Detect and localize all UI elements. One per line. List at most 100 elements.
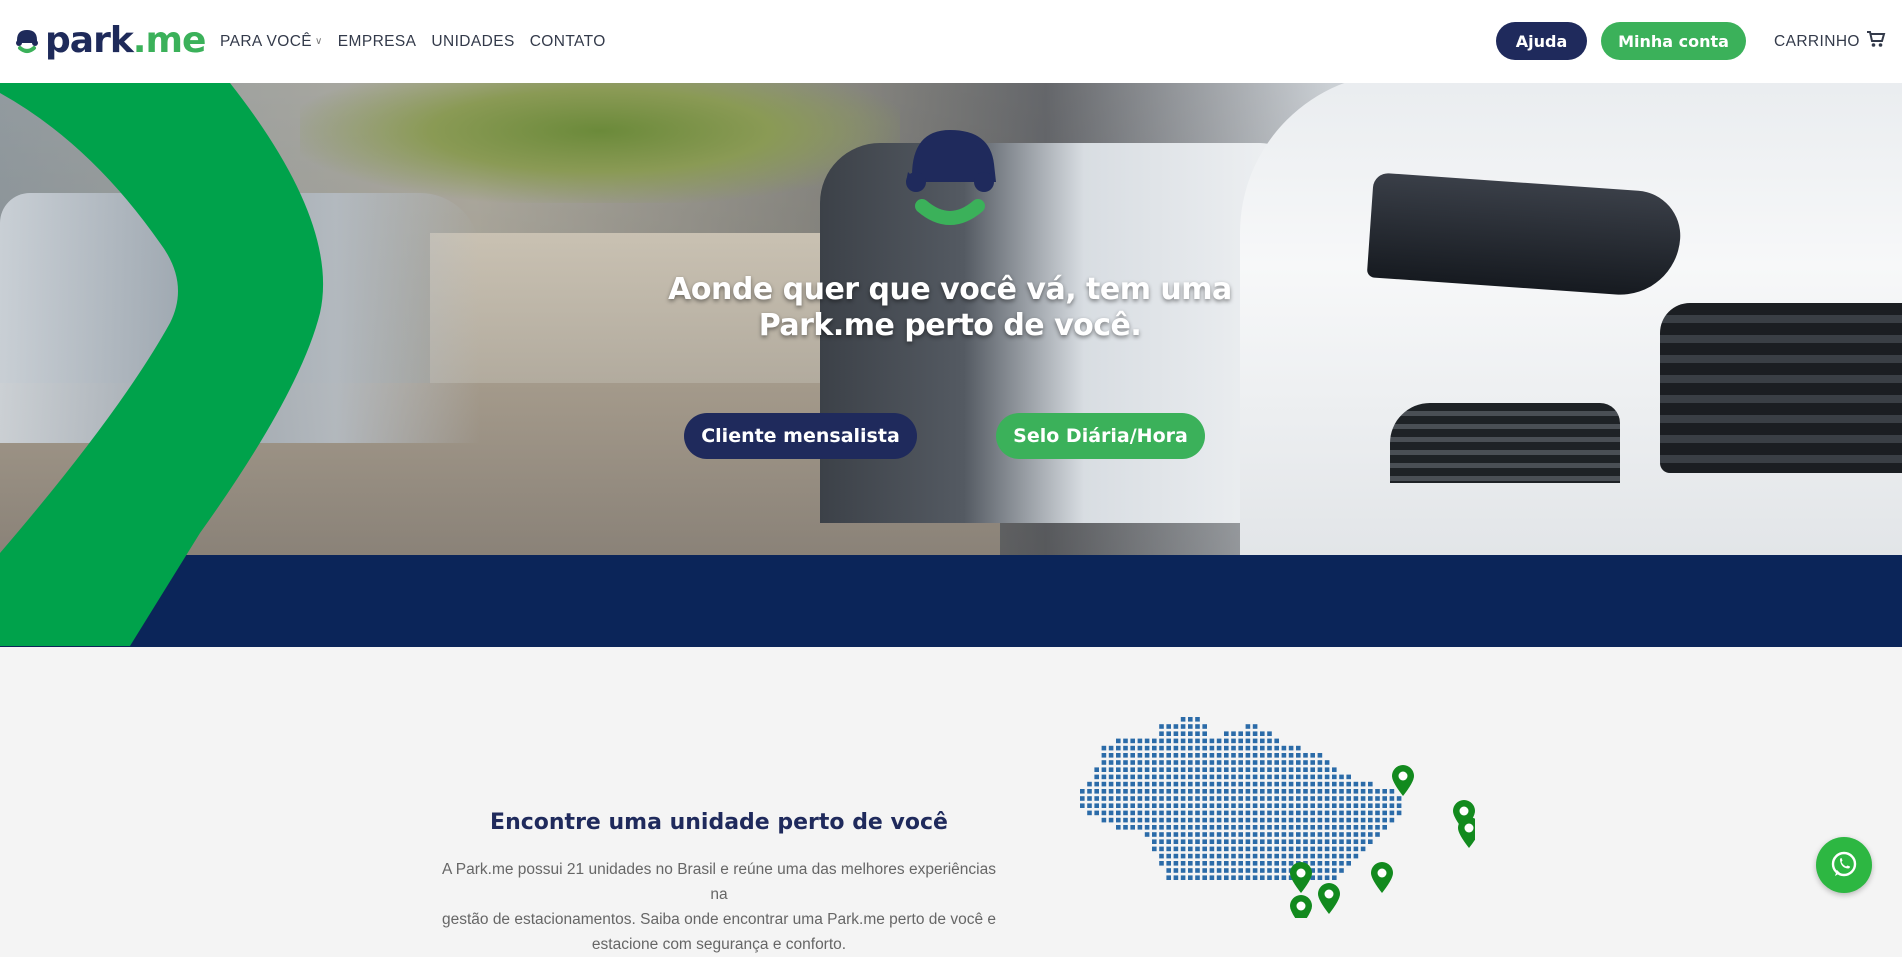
nav-item-empresa[interactable]: EMPRESA: [338, 33, 417, 51]
map-dot: [1101, 760, 1107, 765]
map-dot: [1317, 846, 1323, 852]
map-dot: [1137, 796, 1143, 801]
map-dot: [1245, 853, 1251, 859]
map-pin-icon[interactable]: [1318, 883, 1340, 914]
map-dot: [1324, 868, 1330, 873]
map-dot: [1094, 767, 1099, 772]
daily-hourly-button[interactable]: Selo Diária/Hora: [996, 413, 1205, 459]
map-dot: [1368, 803, 1373, 808]
map-dot: [1296, 781, 1301, 787]
map-dot: [1281, 774, 1287, 780]
map-dot: [1166, 753, 1171, 758]
map-dot: [1130, 753, 1135, 758]
map-dot: [1173, 760, 1179, 765]
map-dot: [1152, 774, 1157, 780]
map-dot: [1296, 803, 1301, 808]
map-dot: [1339, 774, 1344, 780]
map-dot: [1310, 781, 1315, 787]
help-button[interactable]: Ajuda: [1496, 22, 1587, 60]
map-dot: [1144, 810, 1150, 816]
map-dot: [1252, 861, 1258, 866]
map-dot: [1274, 745, 1279, 751]
map-dot: [1288, 825, 1294, 830]
map-pin-icon[interactable]: [1290, 895, 1312, 918]
map-dot: [1375, 832, 1380, 837]
map-dot: [1101, 803, 1107, 808]
monthly-client-button[interactable]: Cliente mensalista: [684, 413, 917, 459]
hero-title-line2: Park.me perto de você.: [758, 308, 1142, 343]
map-dot: [1310, 760, 1315, 765]
map-pin-icon[interactable]: [1371, 862, 1393, 893]
map-dot: [1288, 774, 1294, 780]
map-dot: [1123, 745, 1128, 751]
map-dot: [1274, 832, 1279, 837]
map-dot: [1130, 760, 1135, 765]
map-dot: [1180, 803, 1186, 808]
map-dot: [1317, 774, 1323, 780]
map-dot: [1216, 853, 1222, 859]
my-account-button[interactable]: Minha conta: [1601, 22, 1746, 60]
map-dot: [1396, 810, 1402, 816]
map-dot: [1087, 789, 1092, 794]
map-dot: [1281, 781, 1287, 787]
map-dot: [1166, 868, 1171, 873]
whatsapp-button[interactable]: [1816, 837, 1872, 893]
map-dot: [1245, 846, 1251, 852]
map-dot: [1231, 731, 1236, 736]
map-dot: [1303, 803, 1308, 808]
map-dot: [1209, 868, 1215, 873]
map-dot: [1137, 774, 1143, 780]
map-dot: [1245, 724, 1251, 729]
map-dot: [1317, 861, 1323, 866]
whatsapp-icon: [1831, 851, 1857, 877]
map-dot: [1267, 832, 1272, 837]
map-dot: [1144, 825, 1150, 830]
map-dot: [1310, 853, 1315, 859]
map-dot: [1303, 789, 1308, 794]
map-dot: [1389, 810, 1395, 816]
map-dot: [1281, 760, 1287, 765]
map-dot: [1231, 861, 1236, 866]
map-dot: [1339, 796, 1344, 801]
map-dot: [1152, 753, 1157, 758]
cart-link[interactable]: CARRINHO: [1774, 30, 1886, 53]
map-dot: [1108, 789, 1114, 794]
map-dot: [1339, 868, 1344, 873]
nav-item-para-voce[interactable]: PARA VOCÊ ∨: [220, 33, 323, 51]
map-dot: [1274, 738, 1279, 744]
map-dot: [1144, 803, 1150, 808]
map-dot: [1231, 853, 1236, 859]
map-pin-icon[interactable]: [1392, 765, 1414, 796]
map-dot: [1202, 868, 1207, 873]
map-dot: [1324, 760, 1330, 765]
map-dot: [1231, 803, 1236, 808]
map-dot: [1144, 817, 1150, 823]
map-dot: [1260, 853, 1265, 859]
map-dot: [1332, 810, 1337, 816]
map-dot: [1324, 781, 1330, 787]
map-dot: [1332, 846, 1337, 852]
map-dot: [1123, 753, 1128, 758]
map-dot: [1166, 803, 1171, 808]
map-dot: [1324, 839, 1330, 844]
map-dot: [1382, 803, 1387, 808]
map-dot: [1116, 810, 1121, 816]
map-dot: [1252, 796, 1258, 801]
map-dot: [1216, 875, 1222, 880]
parkme-logo[interactable]: park.me: [13, 20, 206, 62]
map-dot: [1094, 803, 1099, 808]
map-dot: [1260, 875, 1265, 880]
map-dot: [1245, 731, 1251, 736]
map-dot: [1224, 875, 1229, 880]
nav-item-unidades[interactable]: UNIDADES: [431, 33, 514, 51]
map-dot: [1310, 846, 1315, 852]
map-pin-icon[interactable]: [1458, 817, 1475, 848]
map-pin-icon[interactable]: [1290, 862, 1312, 893]
map-dot: [1224, 868, 1229, 873]
map-dot: [1123, 738, 1128, 744]
map-dot: [1166, 731, 1171, 736]
nav-item-contato[interactable]: CONTATO: [530, 33, 606, 51]
map-dot: [1281, 832, 1287, 837]
map-dot: [1188, 753, 1193, 758]
map-dot: [1267, 853, 1272, 859]
